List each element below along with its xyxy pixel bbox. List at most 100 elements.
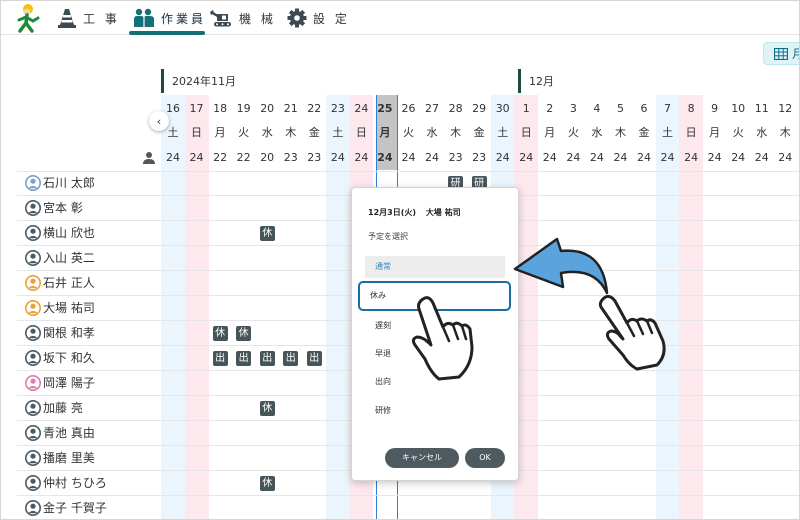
pointing-hand-icon [411, 296, 474, 381]
day-worker-count: 24 [754, 151, 769, 164]
weekday-label: 火 [567, 126, 579, 139]
option-normal[interactable]: 通常 [365, 256, 505, 278]
avatar-icon [25, 400, 41, 416]
weekday-label: 火 [403, 126, 414, 139]
nav-settings[interactable]: 設 定 [287, 1, 350, 35]
day-worker-count: 22 [213, 151, 228, 164]
worker-name: 仲村 ちひろ [43, 476, 107, 490]
weekday-label: 日 [191, 126, 203, 139]
day-worker-count: 24 [330, 151, 345, 164]
app-window: 工 事 作業員 機 械 設 定 2024年11月 12月 16 土 24 17 … [0, 0, 800, 520]
nav-label: 設 定 [313, 11, 350, 26]
logo-icon [17, 4, 40, 33]
schedule-badge[interactable]: 休 [236, 326, 252, 341]
day-worker-count: 24 [189, 151, 204, 164]
day-number: 23 [330, 102, 345, 115]
prev-period-button[interactable]: ‹ [149, 111, 169, 131]
cancel-button[interactable]: キャンセル [385, 448, 459, 468]
schedule-badge[interactable]: 出 [306, 351, 322, 366]
weekday-label: 月 [214, 126, 226, 139]
schedule-badge[interactable]: 出 [236, 351, 252, 366]
day-number: 10 [731, 102, 746, 115]
weekday-label: 水 [426, 126, 438, 139]
month-label-november: 2024年11月 [161, 69, 236, 93]
nav-workers[interactable]: 作業員 [133, 1, 206, 35]
weekday-label: 火 [732, 126, 744, 139]
day-worker-count: 24 [613, 151, 628, 164]
weekday-label: 月 [379, 126, 391, 139]
day-number: 28 [448, 102, 463, 115]
avatar-icon [25, 450, 41, 466]
day-worker-count: 24 [589, 151, 604, 164]
avatar-icon [25, 375, 41, 391]
worker-name: 青池 真由 [43, 426, 95, 440]
schedule-badge[interactable]: 休 [259, 401, 275, 416]
day-number: 8 [687, 102, 695, 115]
weekday-label: 木 [450, 126, 462, 139]
day-number: 27 [425, 102, 440, 115]
day-number: 6 [640, 102, 648, 115]
weekday-label: 水 [591, 126, 603, 139]
day-number: 19 [236, 102, 251, 115]
day-worker-count: 22 [236, 151, 251, 164]
day-worker-count: 23 [307, 151, 322, 164]
worker-name: 岡澤 陽子 [43, 376, 95, 390]
month-view-button[interactable]: 月 [763, 42, 799, 65]
day-worker-count: 24 [377, 151, 393, 164]
schedule-badge[interactable]: 休 [259, 226, 275, 241]
weekday-label: 金 [638, 126, 650, 139]
day-number: 24 [354, 102, 369, 115]
avatar-icon [25, 300, 41, 316]
schedule-badge[interactable]: 休 [259, 476, 275, 491]
weekday-label: 月 [544, 126, 556, 139]
schedule-badge[interactable]: 休 [212, 326, 228, 341]
day-number: 5 [616, 102, 624, 115]
avatar-icon [25, 200, 41, 216]
swipe-hand-icon [598, 294, 666, 371]
option-training[interactable]: 研修 [365, 400, 505, 422]
dialog-worker-name: 大場 祐司 [425, 208, 461, 217]
worker-name: 入山 英二 [43, 251, 95, 265]
day-number: 4 [593, 102, 601, 115]
day-number: 30 [495, 102, 510, 115]
day-number: 2 [546, 102, 554, 115]
avatar-icon [25, 350, 41, 366]
weekday-label: 金 [308, 126, 320, 139]
worker-name: 宮本 彰 [43, 201, 83, 215]
weekday-label: 木 [285, 126, 297, 139]
schedule-badge[interactable]: 出 [259, 351, 275, 366]
day-number: 11 [754, 102, 769, 115]
nav-machines[interactable]: 機 械 [209, 1, 276, 35]
month-view-label: 月 [792, 45, 799, 62]
nav-label: 機 械 [239, 11, 276, 26]
day-worker-count: 24 [778, 151, 793, 164]
weekday-label: 日 [520, 126, 532, 139]
schedule-badge[interactable]: 出 [283, 351, 299, 366]
day-worker-count: 24 [566, 151, 581, 164]
nav-label: 作業員 [161, 11, 207, 26]
gear-icon [287, 8, 307, 28]
weekday-label: 月 [709, 126, 721, 139]
day-number: 3 [569, 102, 577, 115]
weekday-label: 土 [332, 126, 344, 139]
weekday-label: 木 [614, 126, 626, 139]
day-worker-count: 23 [283, 151, 298, 164]
nav-construction[interactable]: 工 事 [57, 1, 120, 35]
dialog-date: 12月3日(火) [368, 208, 417, 217]
day-worker-count: 24 [401, 151, 416, 164]
worker-name: 播磨 里美 [43, 451, 95, 465]
avatar-icon [25, 275, 41, 291]
worker-name: 石井 正人 [43, 276, 95, 290]
weekday-label: 日 [685, 126, 697, 139]
ok-button[interactable]: OK [465, 448, 505, 468]
workers-icon [134, 8, 154, 27]
day-worker-count: 24 [731, 151, 746, 164]
worker-row[interactable]: 金子 千賀子 [17, 496, 799, 519]
weekday-label: 日 [355, 126, 367, 139]
day-worker-count: 20 [260, 151, 275, 164]
day-worker-count: 24 [684, 151, 699, 164]
avatar-icon [25, 325, 41, 341]
worker-name: 加藤 亮 [43, 401, 83, 415]
schedule-badge[interactable]: 出 [212, 351, 228, 366]
day-number: 26 [401, 102, 416, 115]
